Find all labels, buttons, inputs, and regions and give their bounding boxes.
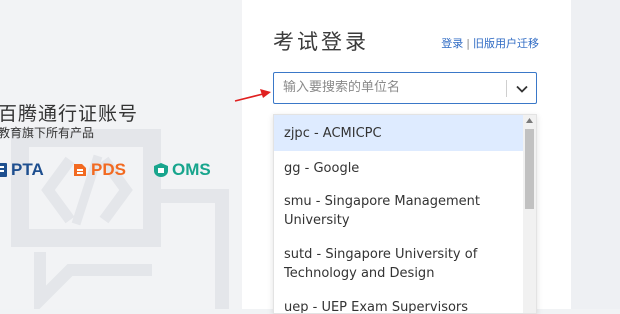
link-separator: | xyxy=(466,37,470,50)
right-margin xyxy=(571,0,620,309)
pds-logo-icon xyxy=(74,164,86,176)
dropdown-option[interactable]: gg - Google xyxy=(274,151,525,185)
dropdown-option[interactable]: uep - UEP Exam Supervisors xyxy=(274,291,525,313)
dropdown-option[interactable]: smu - Singapore Management University xyxy=(274,185,525,238)
red-arrow-icon xyxy=(234,89,271,102)
oms-logo-label: OMS xyxy=(172,160,211,179)
pta-logo-icon xyxy=(0,163,7,177)
brand-subtitle: 教育旗下所有产品 xyxy=(0,126,95,140)
chevron-down-icon[interactable] xyxy=(515,82,529,96)
scrollbar-thumb[interactable] xyxy=(525,129,534,209)
select-divider xyxy=(506,80,507,97)
scroll-up-icon[interactable] xyxy=(526,118,533,123)
pta-logo[interactable]: PTA xyxy=(0,160,44,180)
login-link[interactable]: 登录 xyxy=(441,37,463,50)
dropdown-option[interactable]: zjpc - ACMICPC xyxy=(274,115,525,151)
organization-select[interactable] xyxy=(273,72,537,104)
pds-logo[interactable]: PDS xyxy=(72,160,126,180)
top-links: 登录 | 旧版用户迁移 xyxy=(441,35,539,51)
pta-logo-label: PTA xyxy=(11,160,44,179)
brand-title: 百腾通行证账号 xyxy=(0,103,139,125)
oms-logo-icon xyxy=(154,163,168,177)
pds-logo-label: PDS xyxy=(91,160,126,179)
brand-panel: 百腾通行证账号 教育旗下所有产品 PTA PDS OMS xyxy=(0,0,242,309)
migrate-link[interactable]: 旧版用户迁移 xyxy=(473,37,539,50)
dropdown-option[interactable]: sutd - Singapore University of Technolog… xyxy=(274,238,525,291)
oms-logo[interactable]: OMS xyxy=(153,160,211,180)
organization-dropdown[interactable]: zjpc - ACMICPC gg - Google smu - Singapo… xyxy=(273,114,537,314)
code-bracket-icon xyxy=(11,129,229,309)
dropdown-scrollbar[interactable] xyxy=(523,115,536,313)
login-panel: 考试登录 登录|旧版用户迁移 zjpc - ACMICPC gg - Googl… xyxy=(242,0,571,314)
organization-search-input[interactable] xyxy=(283,80,503,95)
page-title: 考试登录 xyxy=(273,30,369,54)
